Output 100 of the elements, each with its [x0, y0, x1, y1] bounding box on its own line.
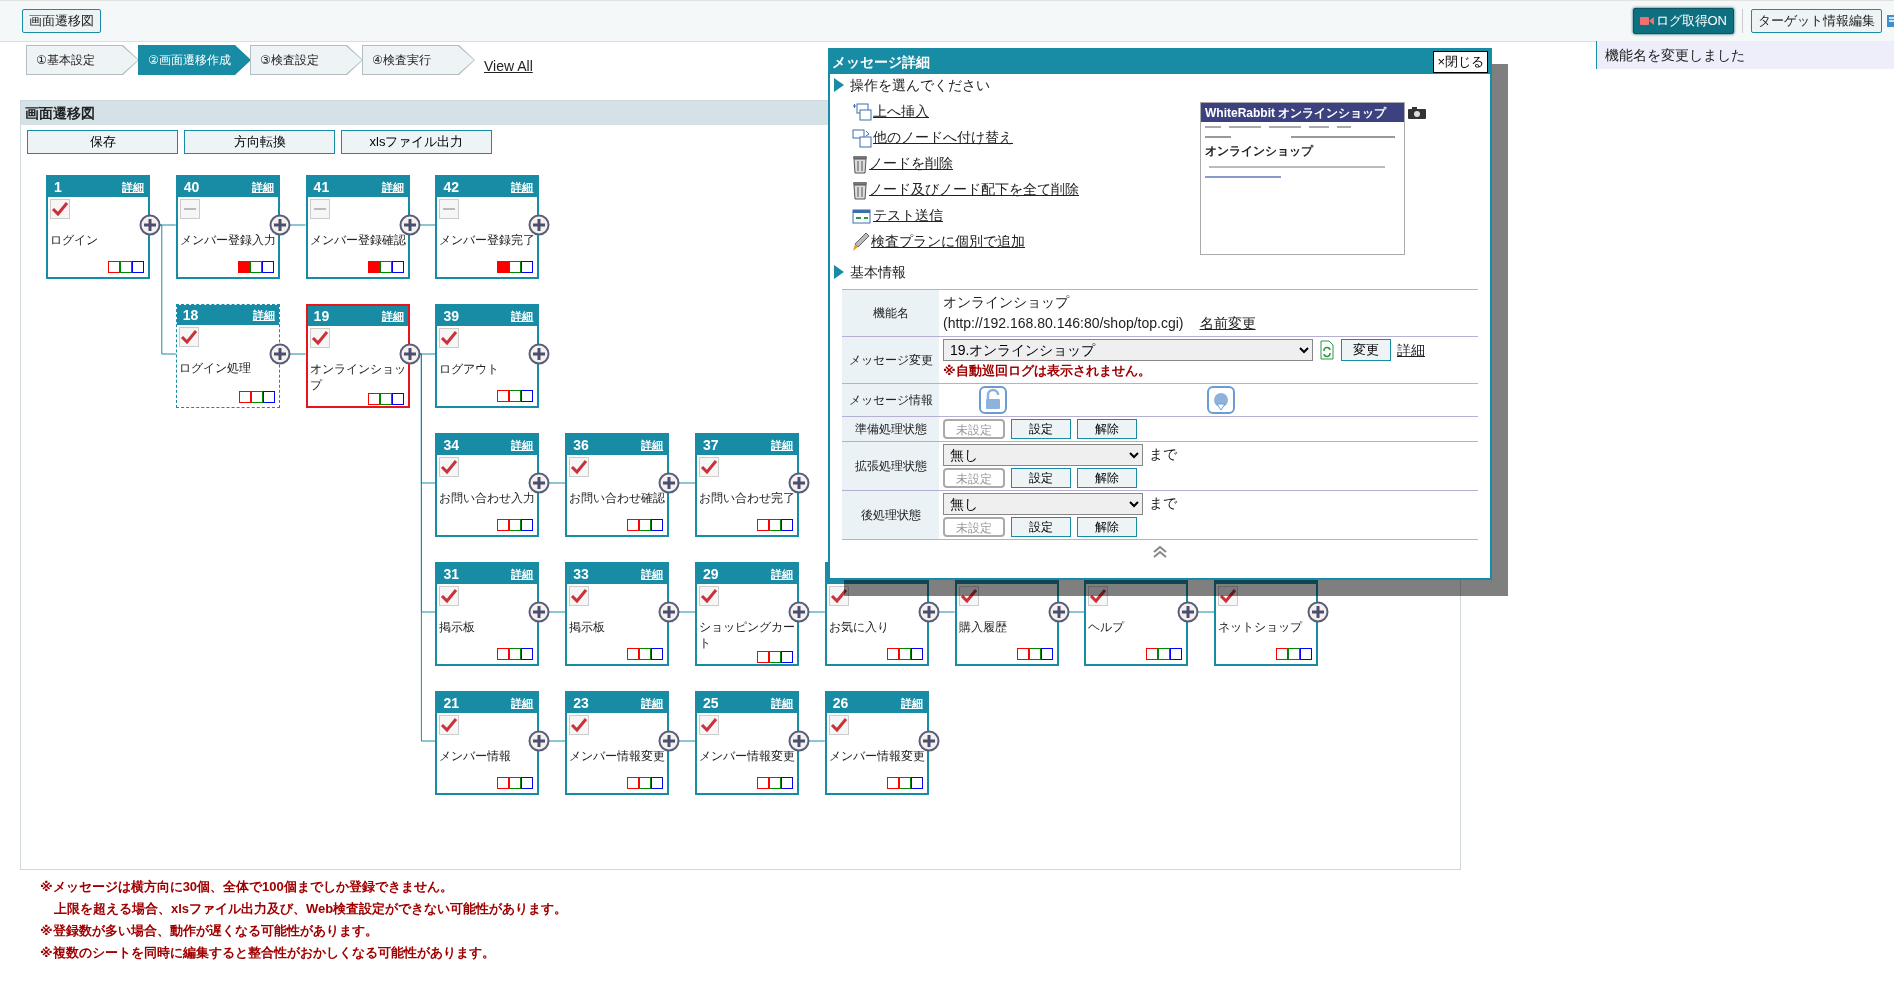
node-label: ログアウト — [438, 361, 501, 377]
note-text: 上限を超える場合、xlsファイル出力及び、Web検査設定ができない可能性があります。 — [53, 900, 569, 918]
message-select[interactable]: 19.オンラインショップ — [943, 339, 1313, 361]
node-label: ヘルプ — [1087, 619, 1126, 635]
operation-link[interactable]: ノード及びノード配下を全て削除 — [869, 179, 1079, 200]
view-all-link[interactable]: View All — [484, 56, 533, 77]
export-button[interactable]: xlsファイル出力 — [341, 130, 492, 154]
diagram-node[interactable]: 23 詳細 メンバー情報変更 — [565, 691, 670, 795]
detail-link[interactable]: 詳細 — [251, 178, 274, 196]
close-button[interactable]: ×閉じる — [1433, 51, 1488, 73]
operation-link[interactable]: 検査プランに個別で追加 — [871, 231, 1025, 252]
diagram-node[interactable]: 34 詳細 お問い合わせ入力 — [435, 433, 540, 537]
row-label: 拡張処理状態 — [842, 441, 939, 490]
diagram-node[interactable]: 19 詳細 オンラインショップ — [305, 304, 410, 408]
detail-link[interactable]: 詳細 — [771, 694, 793, 712]
diagram-node[interactable]: 1 詳細 ログイン — [46, 175, 150, 279]
diagram-node[interactable]: 18 詳細 ログイン処理 — [175, 304, 280, 408]
save-button[interactable]: 保存 — [27, 130, 178, 154]
detail-link[interactable]: 詳細 — [641, 565, 664, 583]
detail-link[interactable]: 詳細 — [252, 306, 275, 324]
diagram-node[interactable]: 25 詳細 メンバー情報変更 — [695, 691, 799, 795]
detail-link[interactable]: 詳細 — [511, 694, 534, 712]
step-tab[interactable]: ③検査設定 — [250, 45, 363, 75]
detail-link[interactable]: 詳細 — [641, 436, 664, 454]
node-label: お問い合わせ確認 — [568, 490, 667, 506]
diagram-node[interactable]: 39 詳細 ログアウト — [435, 304, 540, 408]
node-label: 掲示板 — [438, 619, 477, 635]
node-number: 1 — [54, 177, 62, 197]
node-label: ログイン処理 — [177, 360, 252, 376]
detail-link[interactable]: 詳細 — [771, 565, 793, 583]
rename-link[interactable]: 名前変更 — [1199, 313, 1256, 334]
diagram-node[interactable]: 33 詳細 掲示板 — [565, 562, 670, 666]
detail-link[interactable]: 詳細 — [511, 307, 534, 325]
change-button[interactable]: 変更 — [1341, 339, 1391, 361]
set-button[interactable]: 設定 — [1011, 467, 1071, 488]
node-number: 42 — [443, 177, 459, 197]
row-label: メッセージ変更 — [842, 336, 939, 383]
diagram-node[interactable]: 26 詳細 メンバー情報変更 — [824, 691, 929, 795]
notification-message: 機能名を変更しました — [1596, 41, 1894, 69]
detail-link[interactable]: 詳細 — [511, 178, 534, 196]
node-label: メンバー情報変更 — [827, 748, 926, 764]
state-select[interactable]: 無し — [943, 443, 1143, 466]
set-button[interactable]: 設定 — [1011, 516, 1071, 537]
diagram-node[interactable]: 36 詳細 お問い合わせ確認 — [565, 433, 670, 537]
node-number: 34 — [443, 435, 459, 455]
set-button[interactable]: 設定 — [1011, 418, 1071, 439]
clear-button[interactable]: 解除 — [1077, 516, 1137, 537]
operation-link[interactable]: テスト送信 — [873, 205, 943, 226]
orientation-button[interactable]: 方向転換 — [184, 130, 335, 154]
node-label: お問い合わせ完了 — [698, 490, 796, 506]
section-heading: 操作を選んでください — [850, 75, 990, 95]
row-label: 機能名 — [842, 289, 939, 337]
step-tab[interactable]: ④検査実行 — [362, 45, 475, 75]
operation-link[interactable]: 上へ挿入 — [873, 101, 929, 122]
detail-link[interactable]: 詳細 — [1397, 339, 1425, 361]
node-label: 購入履歴 — [957, 619, 1008, 635]
detail-link[interactable]: 詳細 — [511, 436, 534, 454]
target-edit-button[interactable]: ターゲット情報編集 — [1751, 9, 1882, 33]
note-text: ※登録数が多い場合、動作が遅くなる可能性があります。 — [40, 922, 379, 940]
diagram-node[interactable]: 37 詳細 お問い合わせ完了 — [695, 433, 799, 537]
diagram-node[interactable]: 40 詳細 メンバー登録入力 — [175, 175, 280, 279]
node-label: メンバー登録入力 — [178, 232, 277, 248]
note-text: ※メッセージは横方向に30個、全体で100個までしか登録できません。 — [40, 878, 454, 896]
log-button[interactable]: ログ取得ON — [1632, 8, 1734, 34]
step-tab[interactable]: ②画面遷移作成 — [138, 45, 251, 75]
node-label: メンバー登録確認 — [308, 232, 407, 248]
diagram-node[interactable]: 21 詳細 メンバー情報 — [435, 691, 540, 795]
detail-link[interactable]: 詳細 — [900, 694, 923, 712]
step-tab[interactable]: ①基本設定 — [26, 45, 139, 75]
node-label: メンバー情報変更 — [698, 748, 796, 764]
function-name: オンラインショップ — [943, 293, 1071, 312]
state-select[interactable]: 無し — [943, 492, 1143, 515]
detail-link[interactable]: 詳細 — [381, 307, 404, 325]
dialog-title: メッセージ詳細 — [832, 52, 930, 72]
node-label: ネットショップ — [1217, 619, 1304, 635]
row-label: 準備処理状態 — [842, 416, 939, 441]
clear-button[interactable]: 解除 — [1077, 467, 1137, 488]
warning-text: ※自動巡回ログは表示されません。 — [943, 362, 1152, 380]
diagram-node[interactable]: 29 詳細 ショッピングカート — [695, 562, 799, 666]
diagram-node[interactable]: 42 詳細 メンバー登録完了 — [435, 175, 540, 279]
node-label: メンバー登録完了 — [438, 232, 537, 248]
operation-link[interactable]: ノードを削除 — [869, 153, 953, 174]
detail-link[interactable]: 詳細 — [511, 565, 534, 583]
detail-link[interactable]: 詳細 — [641, 694, 664, 712]
thumbnail-heading: オンラインショップ — [1204, 143, 1315, 160]
node-number: 39 — [443, 306, 459, 326]
detail-link[interactable]: 詳細 — [771, 436, 793, 454]
detail-link[interactable]: 詳細 — [381, 178, 404, 196]
diagram-node[interactable]: 31 詳細 掲示板 — [435, 562, 540, 666]
diagram-node[interactable]: 41 詳細 メンバー登録確認 — [305, 175, 410, 279]
thumbnail-title: WhiteRabbit オンラインショップ — [1201, 103, 1404, 122]
node-number: 41 — [313, 177, 330, 197]
detail-link[interactable]: 詳細 — [122, 178, 144, 196]
diagram-button[interactable]: 画面遷移図 — [22, 9, 101, 33]
row-label: 後処理状態 — [842, 490, 939, 539]
node-label: オンラインショップ — [308, 361, 407, 393]
function-url: (http://192.168.80.146:80/shop/top.cgi) — [943, 314, 1184, 333]
node-number: 31 — [443, 564, 459, 584]
clear-button[interactable]: 解除 — [1077, 418, 1137, 439]
operation-link[interactable]: 他のノードへ付け替え — [873, 127, 1013, 148]
